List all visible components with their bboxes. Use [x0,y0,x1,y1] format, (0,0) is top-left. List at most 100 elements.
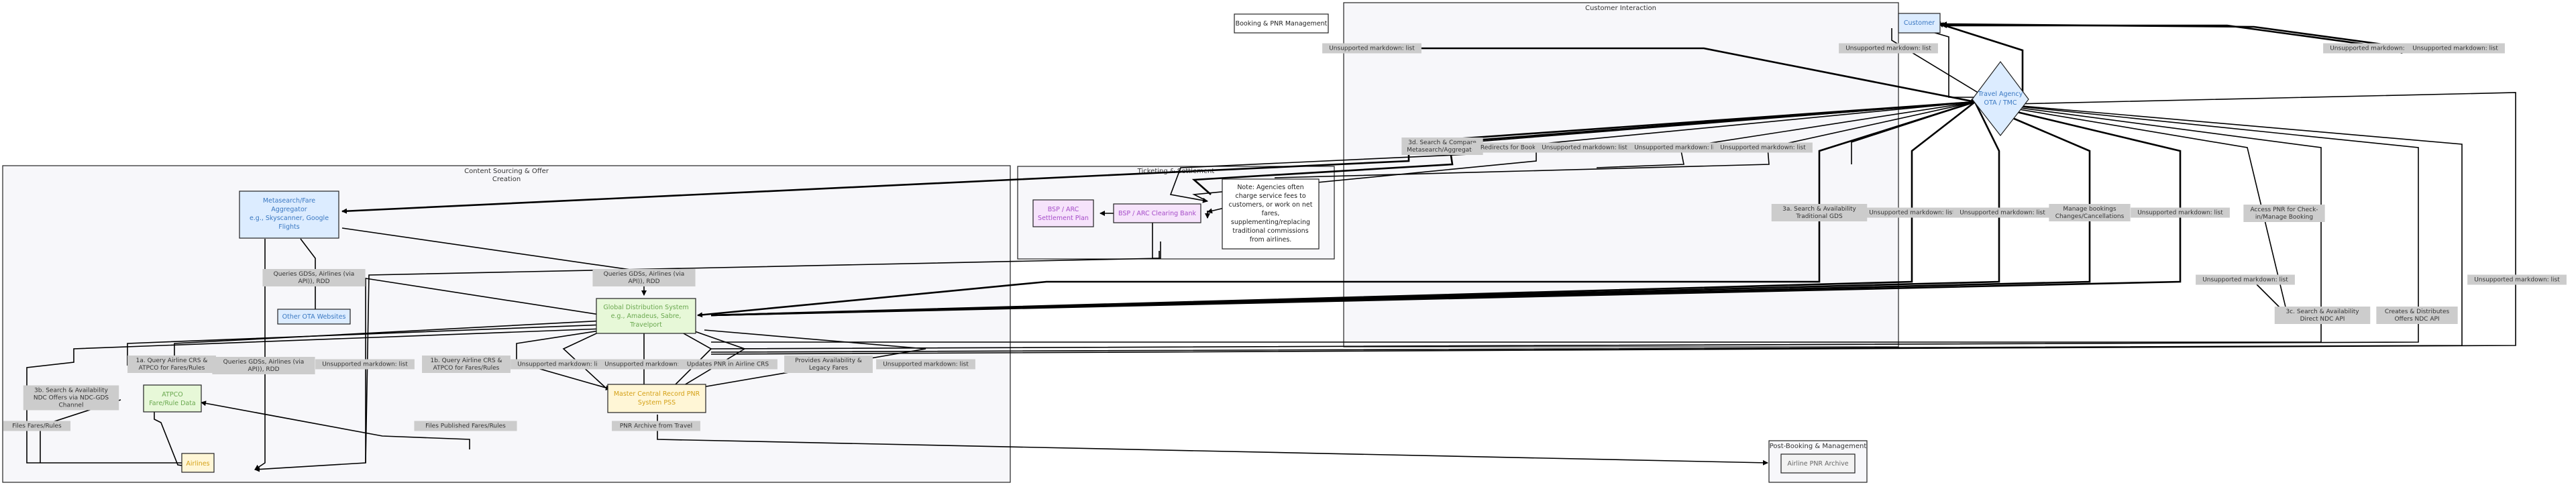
edge-label-text: Unsupported markdown: list [2202,277,2288,284]
agency-note: Note: Agencies often charge service fees… [1222,178,1320,250]
customer-node[interactable]: Customer [1898,13,1941,34]
edge-label: 3c. Search & AvailabilityDirect NDC API [2274,307,2371,324]
edge-label: Unsupported markdown: list [1535,142,1634,153]
edge-label: 3b. Search & AvailabilityNDC Offers via … [23,385,119,411]
group-title-customer: Customer Interaction [1585,5,1656,12]
edge-label: Unsupported markdown: list [1713,142,1813,153]
gds-label-1: Global Distribution System [603,304,688,311]
edge-label-text: 3d. Search & Compare [1408,140,1477,146]
edge-label-text: Unsupported markdown: list [2412,46,2498,52]
edge-label-text: ATPCO for Fares/Rules [139,365,205,372]
master-pnr-label-1: Master Central Record PNR [614,390,700,398]
edge-label: Unsupported markdown: list [2196,274,2295,285]
edge-label: Files Published Fares/Rules [414,421,517,431]
bsp-label-1: BSP / ARC [1048,206,1079,213]
edge-label-text: Legacy Fares [809,365,849,372]
atpco-node[interactable]: ATPCO Fare/Rule Data [143,384,202,413]
edge-label-text: Unsupported markdown: list [1845,46,1931,52]
edge-label: Unsupported markdown: list [1839,43,1938,54]
clearing-bank-label: BSP / ARC Clearing Bank [1118,210,1197,217]
edge-label-text: Files Fares/Rules [12,423,62,430]
edge-label-text: NDC Offers via NDC-GDS [34,395,109,402]
edge-label-text: API)), RDD [298,278,329,285]
customer-label: Customer [1904,19,1935,27]
edge-label: Provides Availability &Legacy Fares [784,356,873,373]
edge-label: PNR Archive from Travel [612,421,700,431]
note-line-2: charge service fees to [1235,193,1305,200]
group-title-post-booking: Post-Booking & Management [1770,443,1867,450]
edge-label-text: Unsupported markdown: list [2137,210,2223,217]
edge-label-text: 3a. Search & Availability [1782,206,1856,213]
master-pnr-node[interactable]: Master Central Record PNR System PSS [607,384,706,413]
edge-label: Unsupported markdown: list [315,359,415,370]
edge-label-text: API)), RDD [628,278,659,285]
booking-flow-diagram: Customer Interaction Content Sourcing & … [2,2,2567,483]
edge-label: Queries GDSs, Airlines (viaAPI)), RDD [592,269,696,286]
edge-label-text: ATPCO for Fares/Rules [433,365,500,372]
edge-label-text: Unsupported markdown: list [1869,210,1955,217]
group-title-content-1: Content Sourcing & Offer [464,168,549,175]
note-line-4: fares, [1262,210,1280,217]
booking-pnr-title-box: Booking & PNR Management [1234,13,1329,34]
edge-label-text: PNR Archive from Travel [620,423,692,430]
edge-label-text: Unsupported markdown: list [322,362,408,368]
gds-label-2: e.g., Amadeus, Sabre, [611,313,682,320]
edge-label-text: Unsupported markdown: list [883,362,969,368]
group-title-content-2: Creation [492,176,521,183]
note-line-5: supplementing/replacing [1231,219,1310,226]
edge-label-text: 1a. Query Airline CRS & [136,358,208,364]
edge-label: Queries GDSs, Airlines (viaAPI)), RDD [212,357,315,374]
clearing-bank-node[interactable]: BSP / ARC Clearing Bank [1113,203,1201,223]
edge-label: Unsupported markdown: list [1322,43,1421,54]
atpco-label-1: ATPCO [162,391,182,398]
other-ota-node[interactable]: Other OTA Websites [277,309,351,325]
edge-label-text: Queries GDSs, Airlines (via [274,271,355,278]
edge-label-text: Updates PNR in Airline CRS [687,362,769,368]
edge-label: Unsupported markdown: list [1953,207,2052,218]
edge-label-text: Unsupported markdown: list [2330,46,2416,52]
bsp-label-2: Settlement Plan [1038,215,1089,222]
edge-label-text: Channel [59,402,84,409]
airlines-node[interactable]: Airlines [181,453,215,473]
edge-label-text: Unsupported markdown: list [1542,145,1627,152]
edge-label: 1b. Query Airline CRS &ATPCO for Fares/R… [422,356,511,373]
group-content-sourcing: Content Sourcing & Offer Creation [2,165,1011,483]
edge-label-text: Unsupported markdown: list [1329,46,1415,52]
metasearch-node[interactable]: Metasearch/Fare Aggregator e.g., Skyscan… [239,191,339,239]
edge-label: Unsupported markdown: list [511,359,610,370]
metasearch-label-2: Aggregator [271,206,307,213]
edge-label-text: Unsupported markdown: list [1960,210,2045,217]
metasearch-label-1: Metasearch/Fare [263,197,315,205]
airline-pnr-archive-label: Airline PNR Archive [1787,460,1848,468]
bsp-node[interactable]: BSP / ARC Settlement Plan [1032,199,1094,227]
edge-label-text: API)), RDD [248,366,279,373]
other-ota-label: Other OTA Websites [282,313,346,321]
edge-label-text: Unsupported markdown: list [1720,145,1806,152]
booking-pnr-title: Booking & PNR Management [1236,20,1328,28]
note-line-3: customers, or work on net [1229,201,1313,209]
edge-label-text: Offers NDC API [2394,316,2439,323]
edge-label-text: Direct NDC API [2300,316,2345,323]
metasearch-label-3: e.g., Skyscanner, Google [250,215,329,222]
edge-label-text: Files Published Fares/Rules [425,423,506,430]
edge-label-text: Queries GDSs, Airlines (via [223,359,305,366]
edge-label: Queries GDSs, Airlines (viaAPI)), RDD [262,269,366,286]
edge-label-text: Provides Availability & [795,358,862,364]
edge-label: Unsupported markdown: list [1862,207,1962,218]
atpco-label-2: Fare/Rule Data [149,400,196,407]
edge-label: Manage bookingsChanges/Cancellations [2049,204,2131,221]
edge-label-text: Manage bookings [2063,206,2116,213]
edge-label-text: 3b. Search & Availability [34,388,109,394]
edge-label: 1a. Query Airline CRS &ATPCO for Fares/R… [127,356,216,373]
note-line-1: Note: Agencies often [1237,184,1303,191]
gds-node[interactable]: Global Distribution System e.g., Amadeus… [596,298,696,334]
travel-agency-node[interactable]: Travel Agency OTA / TMC [1972,61,2029,136]
edge-label-text: Queries GDSs, Airlines (via [604,271,685,278]
edge-label: Files Fares/Rules [3,421,71,431]
edge-label: 3d. Search & CompareMetasearch/Aggregato… [1401,138,1483,155]
airline-pnr-archive-node[interactable]: Airline PNR Archive [1780,453,1856,474]
edge-label-text: Traditional GDS [1795,213,1843,220]
edge-label: Unsupported markdown: list [2467,274,2567,285]
edge-label: Unsupported markdown: list [876,359,975,370]
travel-agency-label-1: Travel Agency [1978,91,2023,98]
